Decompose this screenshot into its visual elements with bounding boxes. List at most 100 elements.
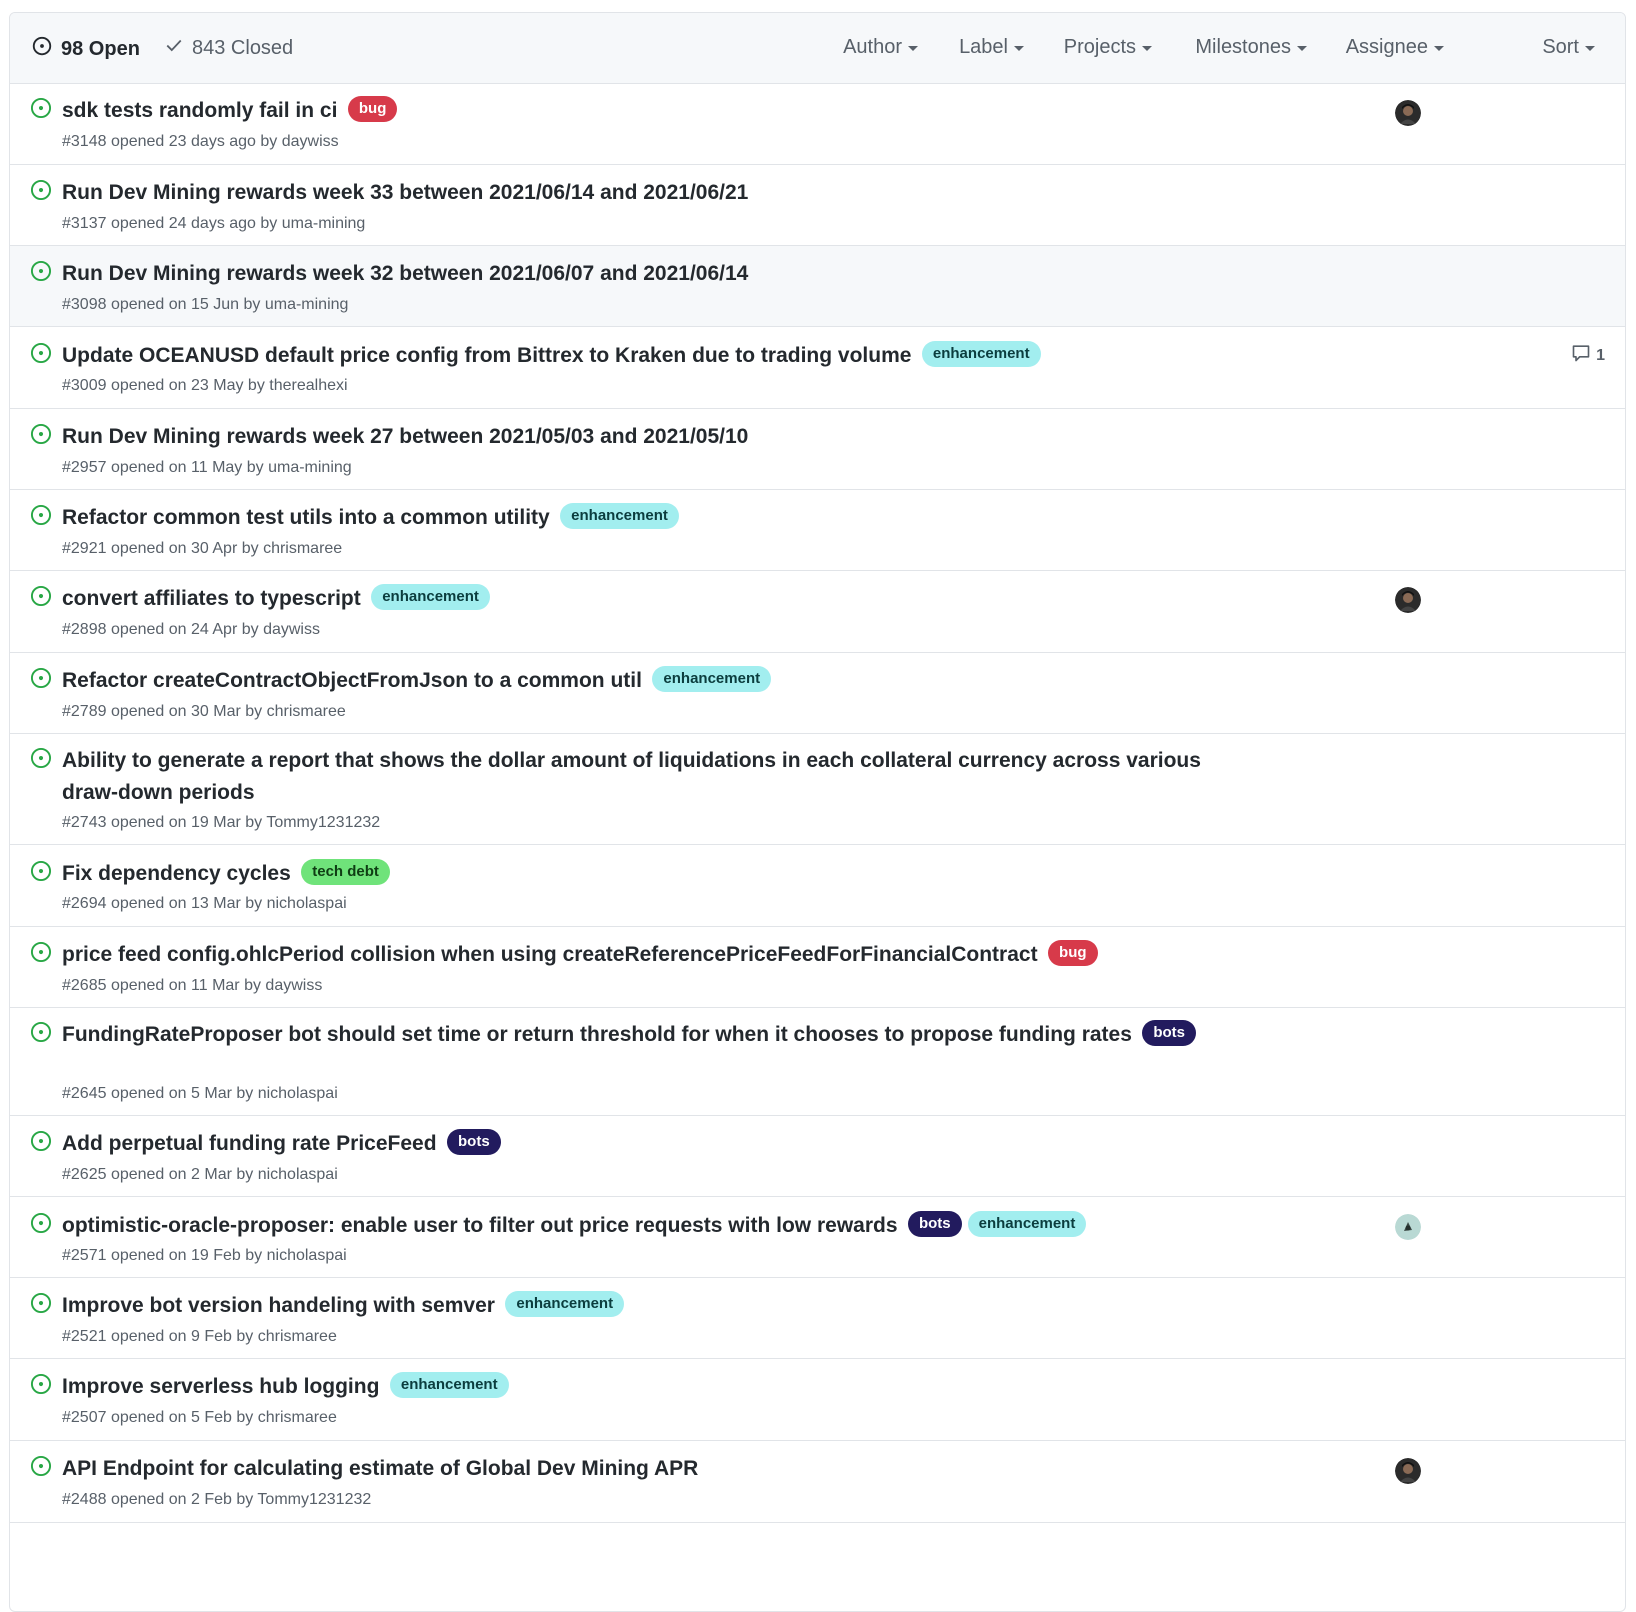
label-tech-debt[interactable]: tech debt (301, 859, 390, 885)
issue-title-link[interactable]: API Endpoint for calculating estimate of… (62, 1457, 698, 1480)
label-bug[interactable]: bug (347, 96, 398, 122)
issue-opened-icon (30, 1292, 52, 1319)
issue-opened-icon (30, 667, 52, 694)
issue-opened-icon (30, 1021, 52, 1048)
issue-row[interactable]: Run Dev Mining rewards week 32 between 2… (10, 246, 1625, 327)
issue-title-line: Ability to generate a report that shows … (62, 745, 1215, 809)
issue-title-link[interactable]: Ability to generate a report that shows … (62, 749, 1201, 804)
author-filter[interactable]: Author (843, 36, 918, 59)
issue-meta: #3137 opened 24 days ago by uma-mining (62, 215, 366, 232)
issue-row[interactable]: Improve bot version handeling with semve… (10, 1278, 1625, 1359)
milestones-filter-label: Milestones (1195, 36, 1291, 58)
label-bots[interactable]: bots (907, 1211, 962, 1237)
issue-row[interactable]: Improve serverless hub logging enhanceme… (10, 1359, 1625, 1441)
sort-filter[interactable]: Sort (1542, 36, 1595, 59)
issue-row[interactable]: sdk tests randomly fail in ci bug #3148 o… (10, 83, 1625, 165)
projects-filter-label: Projects (1063, 36, 1136, 58)
issue-title-link[interactable]: Run Dev Mining rewards week 27 between 2… (62, 425, 748, 448)
issue-title-link[interactable]: Run Dev Mining rewards week 32 between 2… (62, 262, 748, 285)
issue-opened-icon (30, 860, 52, 887)
caret-down-icon (1585, 46, 1595, 51)
label-filter-label: Label (959, 36, 1008, 58)
issue-meta: #3009 opened on 23 May by therealhexi (62, 377, 348, 394)
issue-row[interactable]: Refactor createContractObjectFromJson to… (10, 653, 1625, 734)
issue-opened-icon (30, 97, 52, 124)
issue-row[interactable]: price feed config.ohlcPeriod collision w… (10, 927, 1625, 1008)
issue-opened-icon (30, 179, 52, 206)
issue-row[interactable]: Ability to generate a report that shows … (10, 734, 1625, 845)
comments-link[interactable]: 1 (1571, 343, 1605, 368)
comment-icon (1571, 343, 1596, 368)
label-enhancement[interactable]: enhancement (921, 341, 1041, 367)
issue-row[interactable]: FundingRateProposer bot should set time … (10, 1008, 1625, 1116)
label-bots[interactable]: bots (447, 1129, 501, 1155)
issue-meta: #3098 opened on 15 Jun by uma-mining (62, 296, 349, 313)
assignee-avatar[interactable] (1395, 100, 1421, 126)
assignee-avatar[interactable] (1395, 587, 1421, 613)
label-enhancement[interactable]: enhancement (505, 1291, 625, 1317)
label-bots[interactable]: bots (1142, 1020, 1197, 1046)
label-filter[interactable]: Label (959, 36, 1024, 59)
milestones-filter[interactable]: Milestones (1195, 36, 1307, 59)
assignee-filter[interactable]: Assignee (1346, 36, 1444, 59)
open-issues-toggle[interactable]: 98 Open (32, 36, 140, 62)
issue-row[interactable]: Add perpetual funding rate PriceFeed bot… (10, 1116, 1625, 1197)
issue-row[interactable]: Refactor common test utils into a common… (10, 490, 1625, 571)
issue-title-link[interactable]: Improve bot version handeling with semve… (62, 1294, 495, 1317)
assignee-avatar[interactable] (1395, 1458, 1421, 1484)
issue-opened-icon (30, 1373, 52, 1400)
issue-row[interactable]: Fix dependency cycles tech debt #2694 ope… (10, 845, 1625, 927)
issue-title-line: optimistic-oracle-proposer: enable user … (62, 1210, 1215, 1242)
issue-opened-icon (30, 747, 52, 774)
issues-list: 98 Open 843 Closed Author Label Projects… (9, 12, 1626, 1612)
issue-meta: #3148 opened 23 days ago by daywiss (62, 133, 339, 150)
assignee-avatar[interactable] (1395, 1214, 1421, 1240)
issue-title-link[interactable]: Run Dev Mining rewards week 33 between 2… (62, 181, 748, 204)
issue-meta: #2921 opened on 30 Apr by chrismaree (62, 540, 343, 557)
issue-opened-icon (30, 423, 52, 450)
issue-row[interactable]: API Endpoint for calculating estimate of… (10, 1441, 1625, 1523)
issue-title-line: Run Dev Mining rewards week 32 between 2… (62, 258, 1215, 290)
issue-meta: #2521 opened on 9 Feb by chrismaree (62, 1328, 337, 1345)
projects-filter[interactable]: Projects (1064, 36, 1152, 59)
issue-title-link[interactable]: sdk tests randomly fail in ci (62, 99, 337, 122)
issue-meta: #2571 opened on 19 Feb by nicholaspai (62, 1247, 347, 1264)
issue-row[interactable]: Update OCEANUSD default price config fro… (10, 327, 1625, 409)
issues-list-header: 98 Open 843 Closed Author Label Projects… (10, 13, 1625, 84)
issue-meta: #2625 opened on 2 Mar by nicholaspai (62, 1166, 338, 1183)
issue-row[interactable]: convert affiliates to typescript enhance… (10, 571, 1625, 653)
issue-title-link[interactable]: Improve serverless hub logging (62, 1375, 379, 1398)
author-filter-label: Author (843, 36, 902, 58)
issue-meta: #2645 opened on 5 Mar by nicholaspai (62, 1085, 338, 1102)
issue-title-link[interactable]: convert affiliates to typescript (62, 587, 361, 610)
issue-meta: #2488 opened on 2 Feb by Tommy1231232 (62, 1491, 372, 1508)
label-enhancement[interactable]: enhancement (389, 1372, 509, 1398)
issue-title-link[interactable]: optimistic-oracle-proposer: enable user … (62, 1214, 898, 1237)
label-enhancement[interactable]: enhancement (967, 1211, 1087, 1237)
issue-title-link[interactable]: Update OCEANUSD default price config fro… (62, 344, 911, 367)
issue-meta: #2507 opened on 5 Feb by chrismaree (62, 1409, 337, 1426)
issue-row[interactable]: Run Dev Mining rewards week 27 between 2… (10, 409, 1625, 490)
issue-meta: #2694 opened on 13 Mar by nicholaspai (62, 895, 347, 912)
issue-title-line: Run Dev Mining rewards week 27 between 2… (62, 421, 1215, 453)
label-enhancement[interactable]: enhancement (371, 584, 490, 610)
label-bug[interactable]: bug (1048, 940, 1098, 966)
issue-title-link[interactable]: Add perpetual funding rate PriceFeed (62, 1132, 437, 1155)
issue-title-link[interactable]: Refactor createContractObjectFromJson to… (62, 669, 642, 692)
issue-row[interactable]: optimistic-oracle-proposer: enable user … (10, 1197, 1625, 1278)
check-icon (165, 36, 192, 60)
issue-opened-icon (30, 585, 52, 612)
issue-row[interactable]: Run Dev Mining rewards week 33 between 2… (10, 165, 1625, 246)
issue-title-link[interactable]: price feed config.ohlcPeriod collision w… (62, 943, 1038, 966)
issue-title-line: sdk tests randomly fail in ci bug (62, 95, 1215, 127)
closed-issues-toggle[interactable]: 843 Closed (165, 36, 293, 60)
issue-title-line: Fix dependency cycles tech debt (62, 858, 1215, 890)
label-enhancement[interactable]: enhancement (560, 503, 679, 529)
issue-title-line: Improve bot version handeling with semve… (62, 1290, 1215, 1322)
issue-title-link[interactable]: Fix dependency cycles (62, 862, 291, 885)
issue-opened-icon (30, 342, 52, 369)
issue-title-line: price feed config.ohlcPeriod collision w… (62, 939, 1215, 971)
label-enhancement[interactable]: enhancement (652, 666, 772, 692)
issue-title-link[interactable]: Refactor common test utils into a common… (62, 506, 550, 529)
issue-title-link[interactable]: FundingRateProposer bot should set time … (62, 1023, 1132, 1046)
